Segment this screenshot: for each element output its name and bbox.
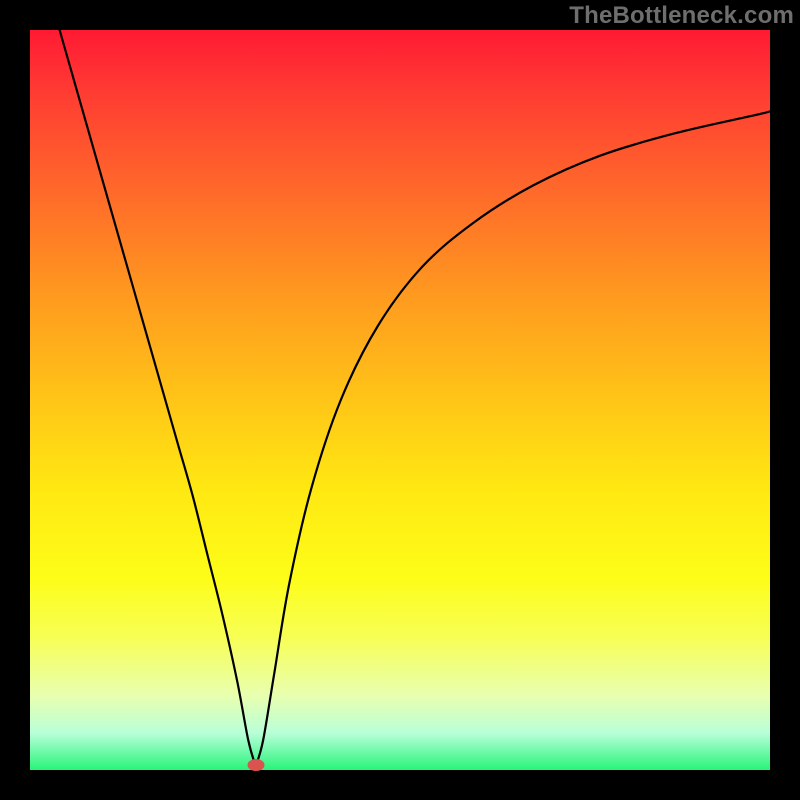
curve-left-branch [60,30,256,766]
plot-area [30,30,770,770]
watermark-text: TheBottleneck.com [569,2,794,30]
curve-right-branch [256,111,770,766]
chart-frame: TheBottleneck.com [0,0,800,800]
curve-svg [30,30,770,770]
bottleneck-marker [247,759,264,771]
